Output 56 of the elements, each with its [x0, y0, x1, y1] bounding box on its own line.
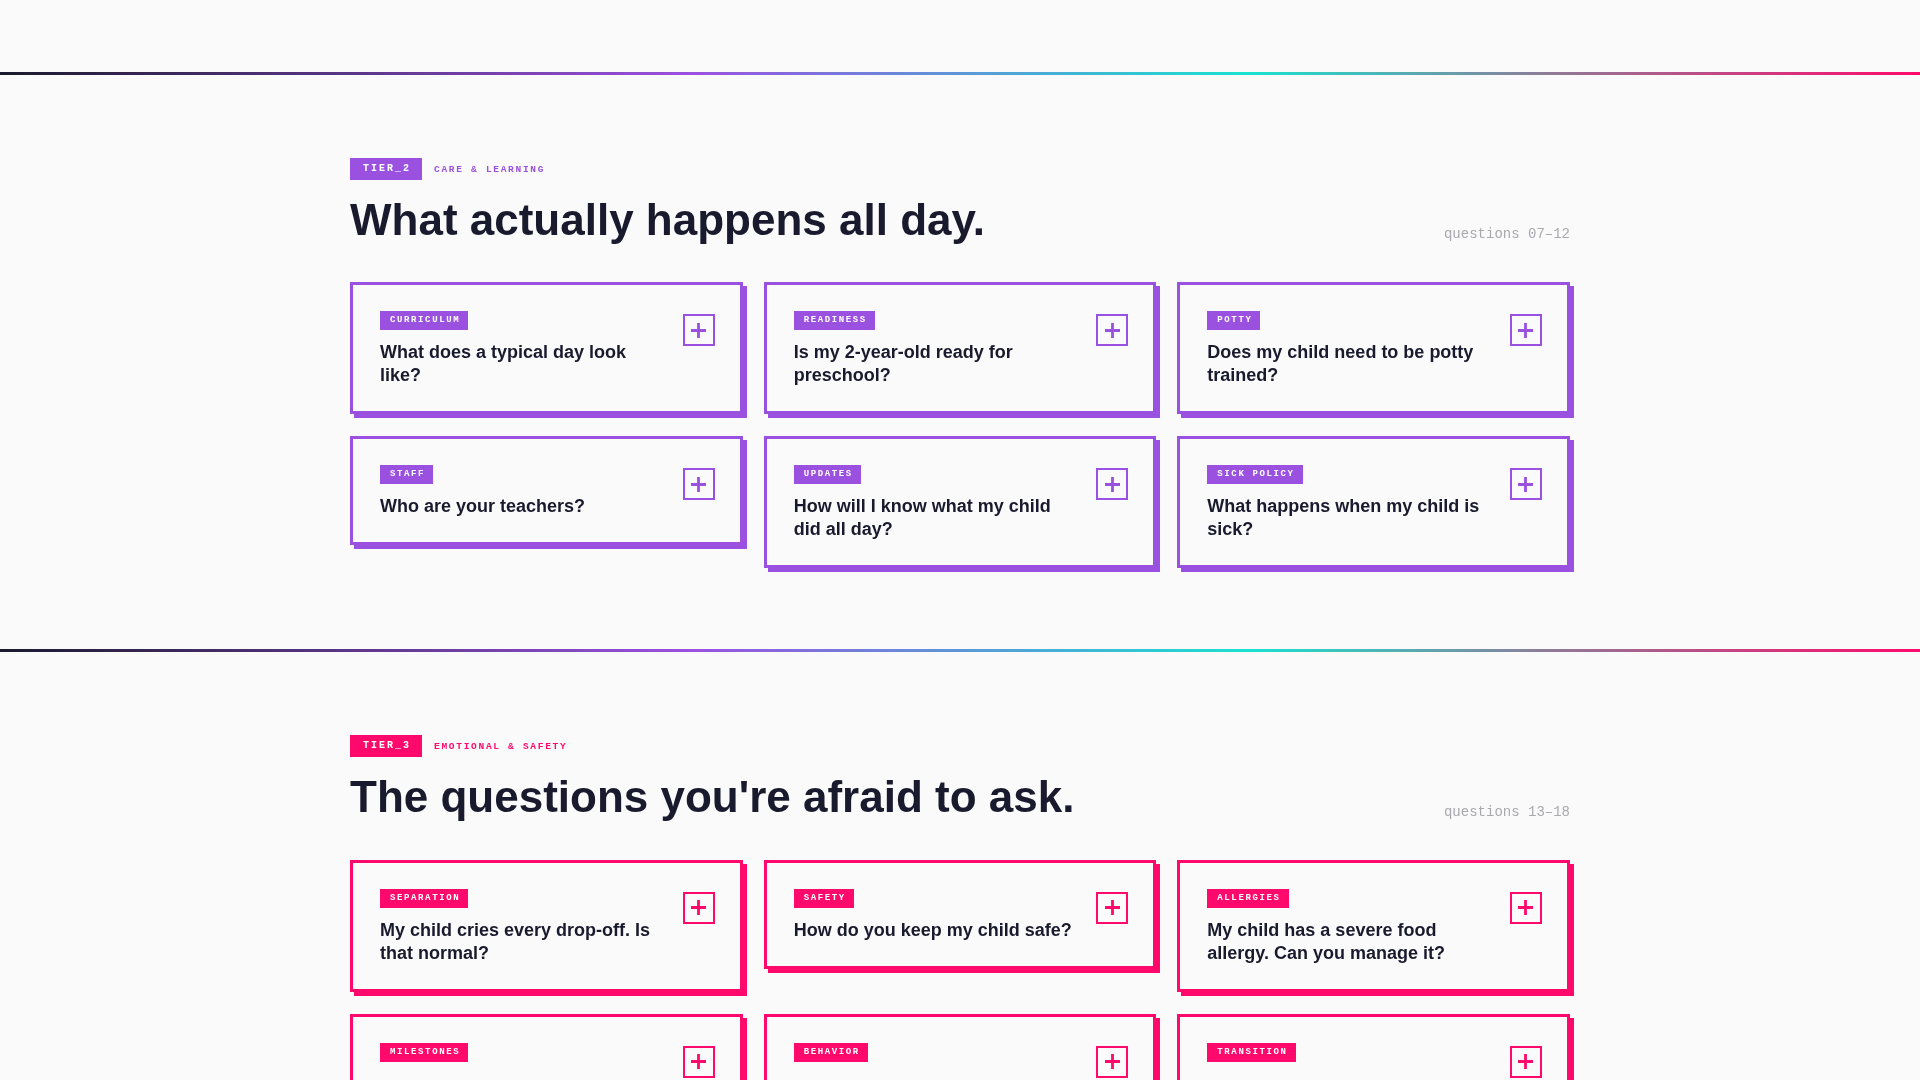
- question-card[interactable]: UPDATES How will I know what my child did all day?: [763, 436, 1157, 569]
- question-range: questions 13–18: [1443, 803, 1570, 822]
- category-label: EMOTIONAL & SAFETY: [434, 740, 568, 752]
- question-text: How do you keep my child safe?: [793, 918, 1072, 942]
- plus-icon: [1104, 1054, 1120, 1070]
- expand-button[interactable]: [1096, 468, 1129, 501]
- plus-icon: [691, 322, 707, 338]
- question-text: My child cries every drop-off. Is that normal?: [380, 918, 652, 965]
- topic-tag: POTTY: [1207, 311, 1261, 331]
- category-label: CARE & LEARNING: [434, 163, 546, 175]
- expand-button[interactable]: [1096, 314, 1129, 347]
- question-text: Is my 2-year-old ready for preschool?: [793, 341, 1014, 388]
- plus-icon: [1518, 1054, 1534, 1070]
- plus-icon: [1104, 476, 1120, 492]
- topic-tag: ALLERGIES: [1207, 888, 1289, 908]
- question-card[interactable]: READINESS Is my 2-year-old ready for preschool?: [763, 282, 1157, 415]
- plus-icon: [1518, 900, 1534, 916]
- tier-tag: TIER_2: [350, 158, 422, 180]
- question-text: Who are your teachers?: [380, 495, 586, 519]
- plus-icon: [691, 476, 707, 492]
- expand-button[interactable]: [682, 1045, 715, 1078]
- question-text: What happens when my child is sick?: [1207, 495, 1481, 542]
- expand-button[interactable]: [682, 314, 715, 347]
- topic-tag: SEPARATION: [380, 888, 469, 908]
- topic-tag: TRANSITION: [1207, 1042, 1296, 1062]
- plus-icon: [1518, 322, 1534, 338]
- tier-tag: TIER_3: [350, 735, 422, 758]
- topic-tag: SAFETY: [793, 888, 854, 908]
- question-range: questions 07–12: [1443, 226, 1570, 245]
- topic-tag: MILESTONES: [380, 1042, 469, 1062]
- section-title: What actually happens all day.: [350, 196, 985, 245]
- plus-icon: [691, 900, 707, 916]
- section-title: The questions you're afraid to ask.: [350, 773, 1075, 822]
- topic-tag: BEHAVIOR: [793, 1042, 868, 1062]
- expand-button[interactable]: [1096, 891, 1129, 924]
- expand-button[interactable]: [682, 468, 715, 501]
- expand-button[interactable]: [1510, 891, 1542, 924]
- expand-button[interactable]: [1096, 1045, 1129, 1078]
- plus-icon: [691, 1054, 707, 1070]
- expand-button[interactable]: [1510, 1045, 1542, 1078]
- question-text: What does a typical day look like?: [380, 341, 628, 388]
- topic-tag: SICK POLICY: [1207, 465, 1303, 485]
- plus-icon: [1104, 322, 1120, 338]
- question-card[interactable]: BEHAVIOR: [763, 1013, 1157, 1080]
- topic-tag: UPDATES: [793, 465, 861, 485]
- question-text: How will I know what my child did all day?: [793, 495, 1052, 542]
- question-text: My child has a severe food allergy. Can you manage it?: [1207, 918, 1447, 965]
- plus-icon: [1518, 476, 1534, 492]
- topic-tag: CURRICULUM: [380, 311, 469, 331]
- plus-icon: [1104, 900, 1120, 916]
- expand-button[interactable]: [1510, 314, 1542, 347]
- topic-tag: READINESS: [793, 311, 875, 331]
- question-text: Does my child need to be potty trained?: [1207, 341, 1475, 388]
- expand-button[interactable]: [682, 891, 715, 924]
- expand-button[interactable]: [1510, 468, 1542, 501]
- topic-tag: STAFF: [380, 465, 434, 485]
